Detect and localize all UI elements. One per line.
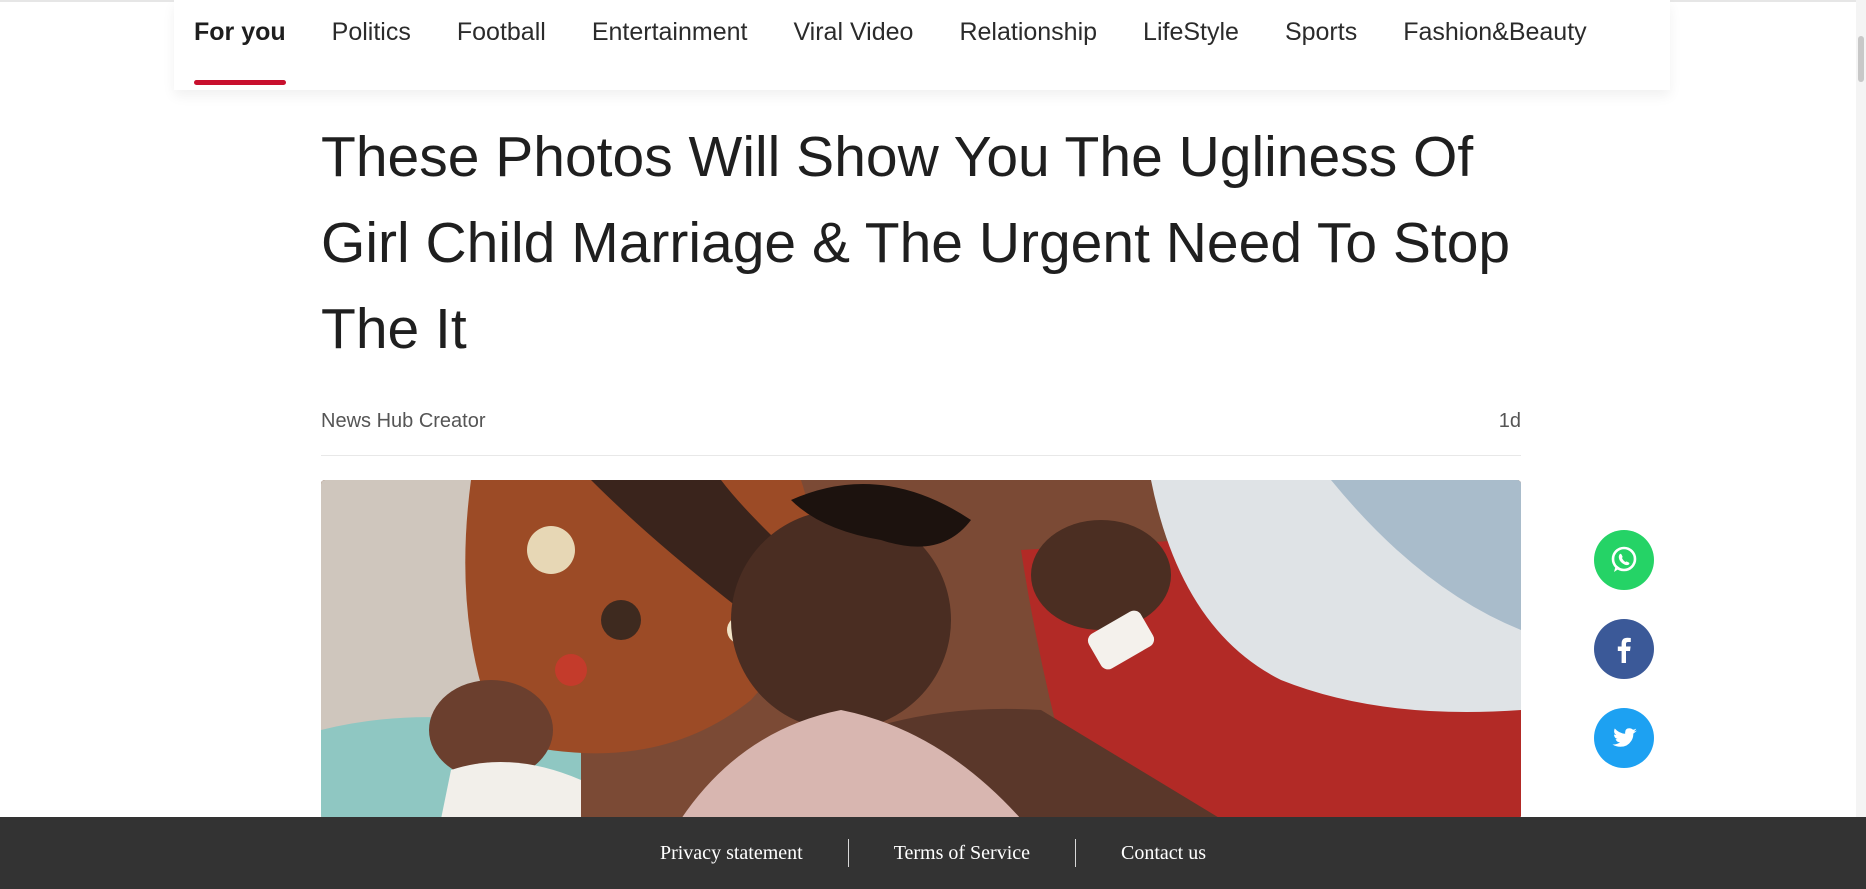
site-footer: Privacy statement Terms of Service Conta… <box>0 817 1866 889</box>
privacy-statement-link[interactable]: Privacy statement <box>615 842 848 865</box>
category-nav: For you Politics Football Entertainment … <box>174 0 1670 90</box>
contact-us-link[interactable]: Contact us <box>1076 842 1251 865</box>
article-meta: News Hub Creator 1d <box>321 406 1521 456</box>
facebook-share-button[interactable] <box>1594 619 1654 679</box>
tab-politics[interactable]: Politics <box>332 0 411 90</box>
tab-label: Viral Video <box>793 18 914 46</box>
scrollbar-thumb[interactable] <box>1858 36 1864 82</box>
tab-sports[interactable]: Sports <box>1285 0 1357 90</box>
active-tab-indicator <box>194 80 286 85</box>
hero-photo <box>321 480 1521 819</box>
tab-lifestyle[interactable]: LifeStyle <box>1143 0 1239 90</box>
tab-label: LifeStyle <box>1143 18 1239 46</box>
tab-fashion-beauty[interactable]: Fashion&Beauty <box>1403 0 1586 90</box>
tab-entertainment[interactable]: Entertainment <box>592 0 748 90</box>
whatsapp-icon <box>1611 546 1637 572</box>
page-scrollbar[interactable] <box>1856 0 1866 889</box>
tab-for-you[interactable]: For you <box>194 0 286 90</box>
category-tabs: For you Politics Football Entertainment … <box>194 0 1633 90</box>
tab-label: Football <box>456 18 546 46</box>
tab-label: Relationship <box>959 18 1098 46</box>
twitter-icon <box>1612 728 1637 747</box>
facebook-icon <box>1617 637 1631 663</box>
article-title: These Photos Will Show You The Ugliness … <box>321 125 1511 361</box>
tab-label: Sports <box>1284 18 1358 46</box>
tab-football[interactable]: Football <box>457 0 546 90</box>
terms-of-service-link[interactable]: Terms of Service <box>849 842 1075 865</box>
tab-label: Politics <box>331 18 411 46</box>
whatsapp-share-button[interactable] <box>1594 530 1654 590</box>
article-age: 1d <box>1498 410 1521 432</box>
tab-relationship[interactable]: Relationship <box>959 0 1097 90</box>
article-hero-image <box>321 480 1521 819</box>
tab-viral-video[interactable]: Viral Video <box>793 0 913 90</box>
twitter-share-button[interactable] <box>1594 708 1654 768</box>
tab-label: Fashion&Beauty <box>1403 18 1587 46</box>
article-author[interactable]: News Hub Creator <box>321 410 486 433</box>
tab-label: For you <box>194 18 286 46</box>
tab-label: Entertainment <box>591 18 748 46</box>
